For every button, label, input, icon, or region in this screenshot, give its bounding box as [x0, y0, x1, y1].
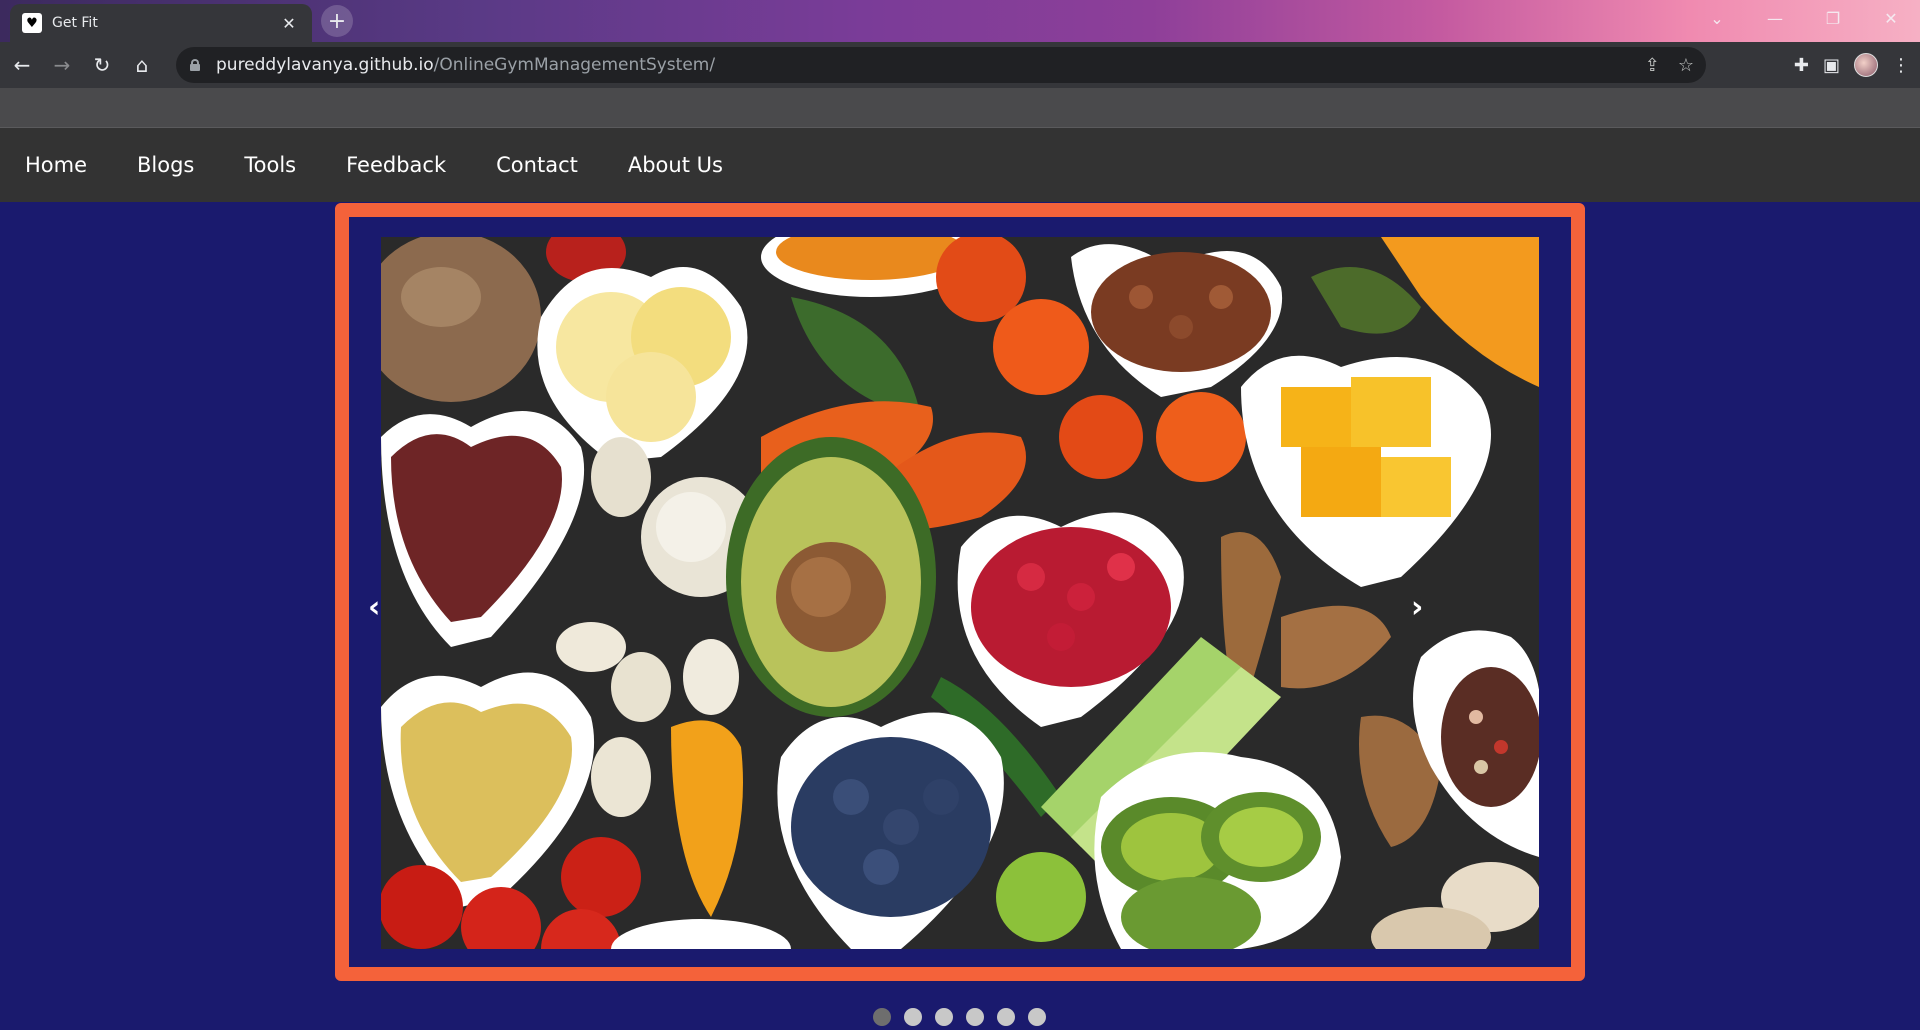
carousel-indicators: [873, 1008, 1046, 1026]
url-path: /OnlineGymManagementSystem/: [433, 55, 716, 75]
carousel-dot[interactable]: [997, 1008, 1015, 1026]
lock-icon[interactable]: [190, 59, 200, 71]
carousel-dot[interactable]: [935, 1008, 953, 1026]
nav-blogs[interactable]: Blogs: [137, 153, 194, 177]
site-nav: Home Blogs Tools Feedback Contact About …: [0, 128, 1920, 202]
browser-tab-get-fit[interactable]: ♥ Get Fit ✕: [10, 4, 312, 42]
close-tab-icon[interactable]: ✕: [278, 14, 300, 33]
carousel-prev-arrow[interactable]: ‹: [368, 590, 380, 625]
healthy-food-image: [381, 237, 1539, 949]
browser-toolbar: ← → ↻ ⌂ pureddylavanya.github.io/OnlineG…: [0, 42, 1920, 88]
restore-icon[interactable]: ❐: [1804, 0, 1862, 36]
minimize-icon[interactable]: —: [1746, 0, 1804, 36]
site-favicon-icon: ♥: [22, 13, 42, 33]
nav-contact[interactable]: Contact: [496, 153, 578, 177]
profile-avatar[interactable]: [1854, 53, 1878, 77]
carousel-dot[interactable]: [904, 1008, 922, 1026]
extensions-icon[interactable]: ✚: [1794, 55, 1809, 76]
reload-icon[interactable]: ↻: [84, 47, 120, 83]
carousel-slide-image: [381, 237, 1539, 949]
address-bar[interactable]: pureddylavanya.github.io/OnlineGymManage…: [176, 47, 1706, 83]
carousel-dot[interactable]: [1028, 1008, 1046, 1026]
nav-tools[interactable]: Tools: [244, 153, 296, 177]
bookmark-star-icon[interactable]: ☆: [1678, 55, 1694, 76]
nav-about-us[interactable]: About Us: [628, 153, 723, 177]
carousel-dot[interactable]: [873, 1008, 891, 1026]
url-host: pureddylavanya.github.io: [216, 55, 434, 75]
carousel-next-arrow[interactable]: ›: [1411, 590, 1423, 625]
back-icon[interactable]: ←: [4, 47, 40, 83]
nav-feedback[interactable]: Feedback: [346, 153, 446, 177]
menu-icon[interactable]: ⋮: [1892, 55, 1910, 76]
carousel-dot[interactable]: [966, 1008, 984, 1026]
side-panel-icon[interactable]: ▣: [1823, 55, 1840, 76]
tab-title: Get Fit: [52, 15, 98, 31]
window-controls: ⌄ — ❐ ✕: [1688, 0, 1920, 36]
new-tab-button[interactable]: +: [321, 5, 353, 37]
close-window-icon[interactable]: ✕: [1862, 0, 1920, 36]
nav-home[interactable]: Home: [25, 153, 87, 177]
share-icon[interactable]: ⇪: [1645, 55, 1660, 76]
home-icon[interactable]: ⌂: [124, 47, 160, 83]
forward-icon[interactable]: →: [44, 47, 80, 83]
bookmark-bar: [0, 88, 1920, 128]
browser-tab-strip: ♥ Get Fit ✕ + ⌄ — ❐ ✕: [0, 0, 1920, 42]
tab-search-icon[interactable]: ⌄: [1688, 0, 1746, 36]
